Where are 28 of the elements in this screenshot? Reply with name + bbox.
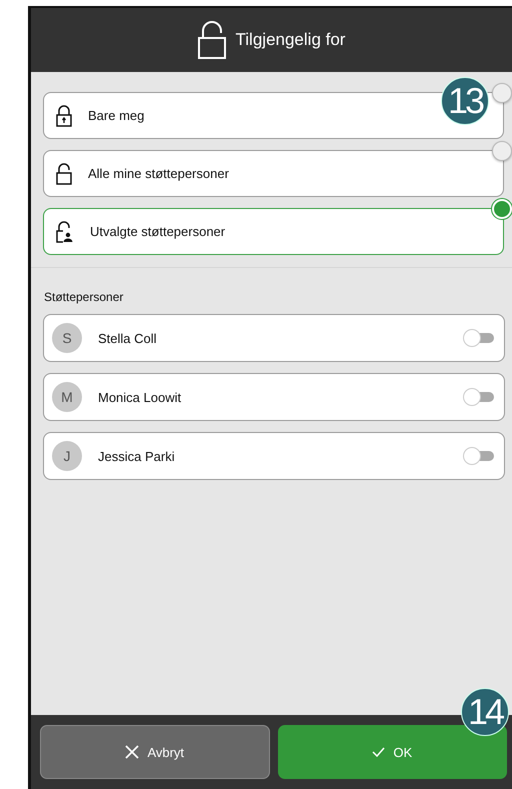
- radio-button[interactable]: [492, 141, 512, 161]
- option-card[interactable]: Alle mine støttepersoner: [43, 150, 504, 197]
- option-label: Bare meg: [88, 108, 144, 123]
- checkmark-icon: [372, 747, 386, 757]
- toggle-switch[interactable]: [464, 330, 494, 346]
- open-padlock-icon: [198, 21, 226, 59]
- person-name: Stella Coll: [98, 330, 158, 346]
- avatar-initial: J: [52, 441, 82, 471]
- callout-number: 13: [441, 77, 489, 125]
- option-label: Utvalgte støttepersoner: [90, 224, 226, 239]
- close-icon: [125, 745, 140, 759]
- cancel-button[interactable]: Avbryt: [40, 725, 270, 779]
- toggle-switch[interactable]: [464, 448, 494, 464]
- option-card[interactable]: Utvalgte støttepersoner: [43, 208, 504, 255]
- person-name: Jessica Parki: [98, 448, 176, 464]
- window-title: Tilgjengelig for: [236, 30, 346, 50]
- ok-button[interactable]: OK: [278, 725, 507, 779]
- avatar-initial: S: [52, 323, 82, 353]
- callout-number: 14: [461, 688, 509, 736]
- open-padlock-icon: [56, 162, 72, 184]
- section-title: Støttepersoner: [44, 290, 124, 304]
- person-name: Monica Loowit: [98, 390, 182, 404]
- radio-button[interactable]: [492, 83, 512, 103]
- avatar-initial: M: [52, 382, 82, 412]
- option-label: Alle mine støttepersoner: [88, 166, 229, 181]
- toggle-switch[interactable]: [464, 389, 494, 405]
- padlock-icon: [56, 104, 72, 126]
- person-lock-icon: [56, 220, 74, 242]
